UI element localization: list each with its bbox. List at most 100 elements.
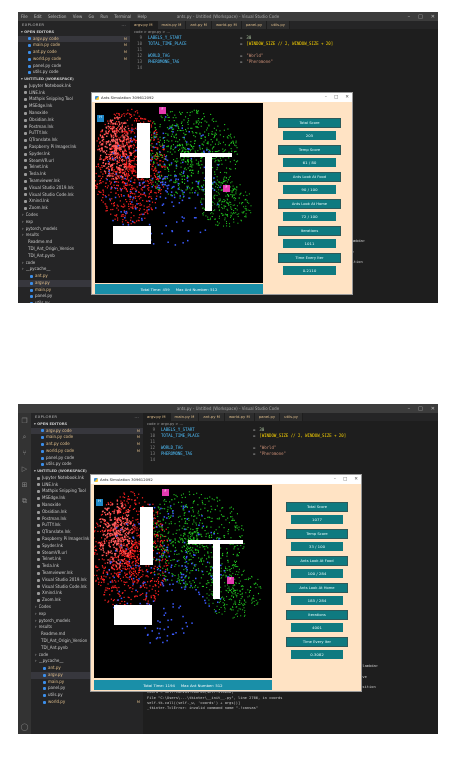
file-item[interactable]: Jupyter Notebook.lnk (18, 83, 130, 90)
menu-run[interactable]: Run (100, 14, 108, 19)
minimize-icon[interactable]: – (408, 406, 411, 412)
maximize-icon[interactable]: □ (343, 477, 347, 482)
close-icon[interactable]: ✕ (431, 406, 435, 412)
file-item[interactable]: ant.py code M (18, 49, 130, 56)
pheromone-dot (120, 544, 122, 547)
pheromone-dot (123, 500, 125, 502)
editor-tab[interactable]: argv.py M (143, 413, 171, 421)
editor-tab[interactable]: world.py M (224, 413, 255, 421)
pheromone-dot (250, 590, 251, 591)
file-item[interactable]: main.py code M (18, 42, 130, 49)
run-debug-icon[interactable]: ▷ (22, 465, 27, 473)
file-item[interactable]: world.py M (31, 699, 143, 706)
maximize-icon[interactable]: □ (334, 95, 338, 100)
close-icon[interactable]: ✕ (431, 14, 435, 20)
pheromone-dot (154, 540, 156, 542)
pheromone-dot (103, 540, 105, 542)
editor-tab[interactable]: utils.py (267, 21, 291, 29)
close-icon[interactable]: ✕ (354, 477, 358, 482)
editor-tab[interactable]: panel.py (241, 21, 268, 29)
close-icon[interactable]: ✕ (345, 95, 349, 100)
menu-file[interactable]: File (21, 14, 28, 19)
file-item[interactable]: main.py code M (31, 434, 143, 441)
pheromone-dot (165, 565, 167, 567)
maximize-icon[interactable]: □ (418, 14, 423, 20)
account-icon[interactable]: ◯ (21, 723, 29, 731)
file-item[interactable]: utils.py (18, 300, 130, 303)
pheromone-dot (156, 162, 158, 164)
pheromone-dot (127, 536, 129, 538)
extensions-icon[interactable]: ⊞ (22, 481, 28, 489)
menu-help[interactable]: Help (137, 14, 146, 19)
pheromone-dot (111, 538, 113, 540)
file-item[interactable]: ant.py code M (31, 441, 143, 448)
explorer-more-icon[interactable]: ... (121, 21, 126, 29)
pheromone-dot (195, 159, 197, 161)
pheromone-dot (192, 172, 194, 174)
pheromone-dot (161, 166, 163, 168)
file-item[interactable]: panel.py code (18, 63, 130, 70)
maximize-icon[interactable]: □ (418, 406, 423, 412)
world-canvas[interactable]: H F F (94, 485, 272, 678)
files-icon[interactable]: ❐ (21, 417, 27, 425)
file-item[interactable]: utils.py code (31, 461, 143, 468)
pheromone-dot (186, 625, 188, 628)
menu-edit[interactable]: Edit (34, 14, 42, 19)
search-icon[interactable]: ⌕ (23, 433, 27, 441)
pheromone-dot (141, 497, 144, 499)
minimize-icon[interactable]: – (334, 477, 336, 482)
pheromone-dot (109, 594, 111, 596)
file-item[interactable]: argv.py code M (31, 427, 143, 435)
editor-tab[interactable]: world.py M (211, 21, 242, 29)
minimize-icon[interactable]: – (408, 14, 411, 20)
pheromone-dot (244, 604, 246, 606)
pheromone-dot (214, 209, 216, 211)
pheromone-dot (119, 524, 121, 526)
file-item[interactable]: world.py code M (31, 448, 143, 455)
pheromone-dot (234, 151, 236, 153)
editor-tab[interactable]: panel.py (254, 413, 281, 421)
menu-view[interactable]: View (73, 14, 83, 19)
editor-tab[interactable]: main.py M (170, 413, 200, 421)
pheromone-dot (147, 576, 149, 578)
pheromone-dot (218, 612, 220, 613)
code-view[interactable]: 9 LABELS_Y_START = 30 10 TOTAL_TIME_PLACE = [WI… (143, 427, 438, 463)
editor-tab[interactable]: ant.py M (199, 413, 225, 421)
editor-tab[interactable]: argv.py M (130, 21, 158, 29)
editor-tab[interactable]: main.py M (157, 21, 187, 29)
remote-icon[interactable]: ⧉ (22, 497, 27, 505)
editor-tab[interactable]: ant.py M (186, 21, 212, 29)
pheromone-dot (154, 185, 156, 187)
pheromone-dot (119, 571, 121, 573)
pheromone-dot (166, 113, 168, 115)
pheromone-dot (169, 151, 171, 153)
menu-go[interactable]: Go (89, 14, 95, 19)
pheromone-dot (204, 229, 207, 231)
minimize-icon[interactable]: – (325, 95, 327, 100)
pheromone-dot (142, 213, 144, 216)
pheromone-dot (131, 568, 133, 570)
editor-tab[interactable]: utils.py (280, 413, 304, 421)
file-item[interactable]: argv.py code M (18, 35, 130, 43)
file-item[interactable]: utils.py code (18, 69, 130, 76)
file-item[interactable]: world.py code M (18, 56, 130, 63)
pheromone-dot (128, 597, 130, 599)
pheromone-map (94, 491, 262, 644)
pheromone-dot (170, 146, 172, 148)
world-canvas[interactable]: H F F (95, 103, 263, 283)
pheromone-dot (121, 563, 123, 565)
source-control-icon[interactable]: ⑂ (22, 449, 26, 457)
file-item[interactable]: utils.py (31, 692, 143, 699)
menu-terminal[interactable]: Terminal (114, 14, 131, 19)
pheromone-dot (181, 501, 183, 503)
chevron-right-icon: › (35, 658, 37, 664)
file-item[interactable]: panel.py code (31, 455, 143, 462)
code-view[interactable]: 9 LABELS_Y_START = 30 10 TOTAL_TIME_PLACE = [WI… (130, 35, 438, 71)
pheromone-dot (163, 166, 165, 168)
pheromone-dot (196, 545, 198, 547)
explorer-more-icon[interactable]: ... (134, 413, 139, 421)
menu-selection[interactable]: Selection (48, 14, 66, 19)
pheromone-dot (169, 583, 171, 586)
pheromone-dot (132, 147, 135, 149)
pheromone-dot (171, 125, 173, 127)
